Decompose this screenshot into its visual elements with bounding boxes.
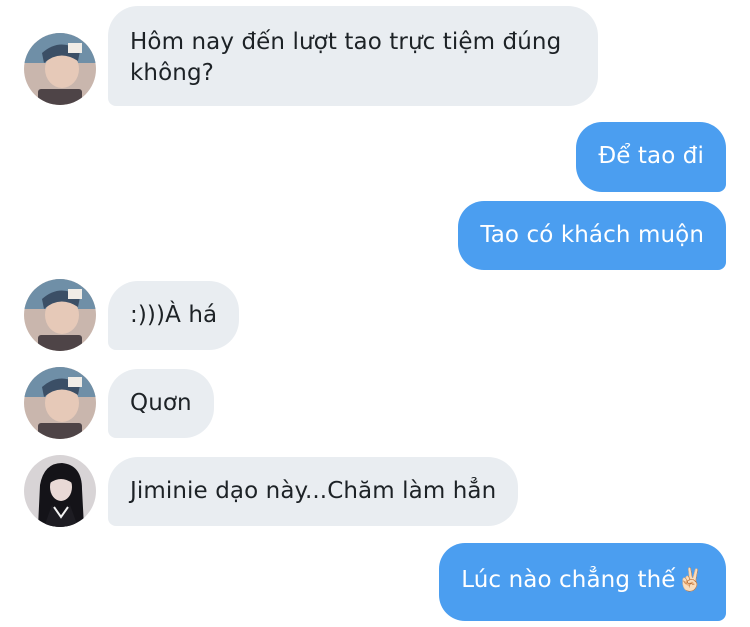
message-bubble-outgoing[interactable]: Lúc nào chẳng thế✌🏻: [439, 543, 726, 621]
message-bubble-outgoing[interactable]: Để tao đi: [576, 122, 726, 192]
message-bubble-incoming[interactable]: Quơn: [108, 369, 214, 438]
victory-hand-emoji-icon: ✌🏻: [676, 568, 704, 593]
sender-avatar-girl[interactable]: [24, 455, 96, 527]
message-bubble-incoming[interactable]: :)))À há: [108, 281, 240, 350]
message-text: Jiminie dạo này...Chăm làm hẳn: [130, 478, 497, 504]
sender-avatar-boy[interactable]: [24, 279, 96, 351]
sender-avatar-boy[interactable]: [24, 33, 96, 105]
message-text: Tao có khách muộn: [480, 222, 704, 248]
message-bubble-incoming[interactable]: Hôm nay đến lượt tao trực tiệm đúng khôn…: [108, 6, 598, 106]
message-text: :)))À há: [130, 302, 218, 328]
chat-thread: Hôm nay đến lượt tao trực tiệm đúng khôn…: [0, 0, 750, 627]
message-text: Quơn: [130, 390, 192, 416]
message-text: Để tao đi: [598, 143, 704, 169]
message-text: Lúc nào chẳng thế: [461, 567, 676, 593]
message-text: Hôm nay đến lượt tao trực tiệm đúng khôn…: [130, 29, 562, 86]
sender-avatar-boy[interactable]: [24, 367, 96, 439]
message-bubble-incoming[interactable]: Jiminie dạo này...Chăm làm hẳn: [108, 457, 519, 526]
message-bubble-outgoing[interactable]: Tao có khách muộn: [458, 201, 726, 270]
